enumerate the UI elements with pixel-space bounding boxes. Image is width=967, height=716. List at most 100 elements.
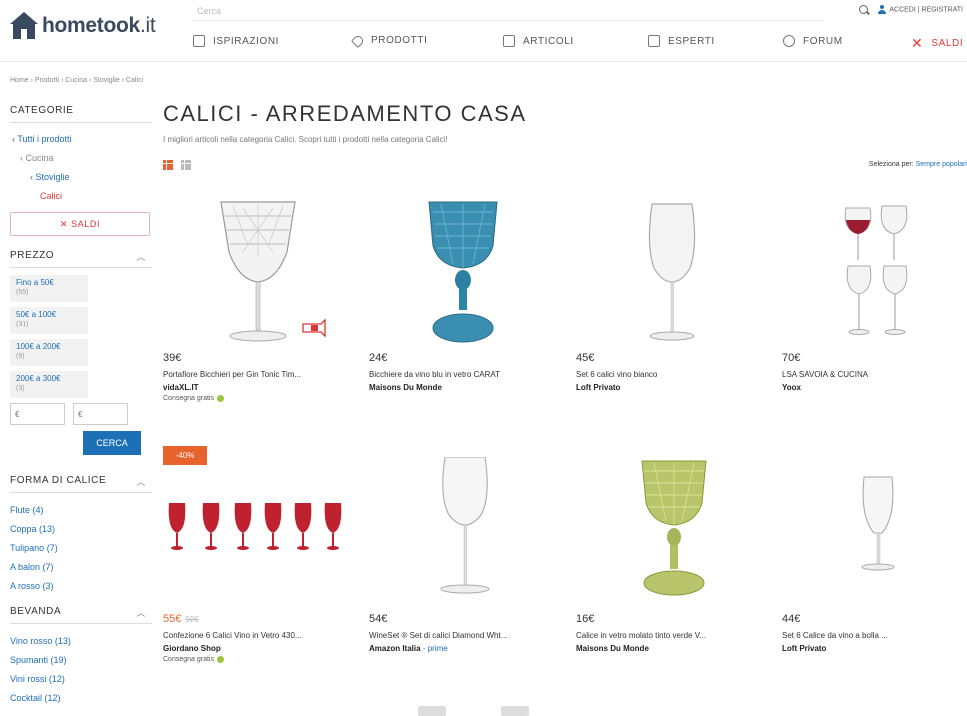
- drink-option[interactable]: Spumanti (19): [10, 651, 152, 670]
- price-max-input[interactable]: [73, 403, 128, 425]
- search-input[interactable]: Cerca: [193, 3, 823, 21]
- product-listing: CALICI - ARREDAMENTO CASA I migliori art…: [163, 101, 967, 170]
- shipping-info: Consegna gratis: [163, 656, 353, 663]
- shipping-badge-icon: [216, 656, 224, 663]
- product-seller[interactable]: Giordano Shop: [163, 644, 353, 653]
- nav-saldi[interactable]: ✕ SALDI: [911, 35, 963, 52]
- price-heading[interactable]: PREZZO ︿: [10, 250, 152, 268]
- breadcrumb[interactable]: Home › Prodotti › Cucina › Stoviglie › C…: [10, 77, 143, 84]
- hometook-logo[interactable]: hometook.it: [10, 12, 156, 40]
- product-seller[interactable]: Loft Privato: [782, 644, 967, 653]
- nav-prodotti[interactable]: PRODOTTI: [350, 33, 427, 48]
- product-price: 55€: [163, 613, 182, 625]
- shipping-info: Consegna gratis: [163, 395, 353, 402]
- product-price: 44€: [782, 613, 801, 625]
- nav-ispirazioni[interactable]: ISPIRAZIONI: [193, 35, 279, 47]
- category-all-products[interactable]: ‹ Tutti i prodotti: [10, 130, 152, 149]
- price-option[interactable]: 100€ a 200€ (9): [10, 339, 88, 366]
- product-name[interactable]: Calice in vetro molato tinto verde V...: [576, 631, 766, 640]
- product-seller[interactable]: Maisons Du Monde: [369, 383, 559, 392]
- shape-option[interactable]: Tulipano (7): [10, 539, 152, 558]
- header-actions: ACCEDI | REGISTRATI: [859, 5, 963, 14]
- house-logo-icon: [10, 12, 38, 40]
- drink-option[interactable]: Vini rossi (12): [10, 670, 152, 689]
- product-image[interactable]: [369, 196, 559, 352]
- product-image[interactable]: [163, 196, 353, 352]
- page-title: CALICI - ARREDAMENTO CASA: [163, 101, 527, 126]
- price-option[interactable]: 200€ a 300€ (3): [10, 371, 88, 398]
- pagination-prev[interactable]: [418, 706, 446, 716]
- cerca-button[interactable]: CERCA: [83, 431, 141, 455]
- drink-filter-list: Vino rosso (13) Spumanti (19) Vini rossi…: [10, 632, 152, 708]
- nav-articoli[interactable]: ARTICOLI: [503, 35, 574, 47]
- product-image[interactable]: [369, 456, 559, 613]
- nav-esperti[interactable]: ESPERTI: [648, 35, 715, 47]
- shape-option[interactable]: Coppa (13): [10, 520, 152, 539]
- product-name[interactable]: Bicchiere da vino blu in vetro CARAT: [369, 370, 559, 379]
- product-name[interactable]: Portafiore Bicchieri per Gin Tonic Tim..…: [163, 370, 353, 379]
- price-options: Fino a 50€ (55) 50€ a 100€ (31) 100€ a 200…: [10, 275, 152, 398]
- product-price: 54€: [369, 613, 388, 625]
- logo-text: hometook.it: [42, 14, 156, 37]
- expert-icon: [648, 35, 660, 47]
- product-card[interactable]: 54€ WineSet ® Set di calici Diamond Wht.…: [369, 456, 559, 653]
- sale-icon: ✕: [911, 35, 924, 51]
- product-card[interactable]: 44€ Set 6 Calice da vino a bolla ... Lof…: [782, 457, 967, 653]
- shape-filter-list: Flute (4) Coppa (13) Tulipano (7) A balo…: [10, 501, 152, 596]
- product-price: 39€: [163, 352, 182, 364]
- product-card[interactable]: 39€ Portafiore Bicchieri per Gin Tonic T…: [163, 196, 353, 402]
- sort-control[interactable]: Seleziona per: Sempre popolari: [869, 161, 967, 168]
- product-name[interactable]: Set 6 calici vino bianco: [576, 370, 766, 379]
- product-card[interactable]: 16€ Calice in vetro molato tinto verde V…: [576, 457, 766, 653]
- user-icon: [878, 5, 887, 14]
- product-name[interactable]: WineSet ® Set di calici Diamond Wht...: [369, 631, 559, 640]
- product-price: 45€: [576, 352, 595, 364]
- shape-option[interactable]: A rosso (3): [10, 577, 152, 596]
- chevron-up-icon: ︿: [136, 477, 146, 487]
- categories-heading: CATEGORIE: [10, 105, 152, 123]
- price-option[interactable]: Fino a 50€ (55): [10, 275, 88, 302]
- product-card[interactable]: 45€ Set 6 calici vino bianco Loft Privat…: [576, 196, 766, 392]
- inspiration-icon: [193, 35, 205, 47]
- saldi-filter-button[interactable]: ✕ SALDI: [10, 212, 150, 236]
- forum-icon: [783, 35, 795, 47]
- product-card[interactable]: 55€ 92€ Confezione 6 Calici Vino in Vetro…: [163, 457, 353, 663]
- drink-option[interactable]: Cocktail (12): [10, 689, 152, 708]
- product-image[interactable]: [163, 457, 353, 613]
- shape-heading[interactable]: FORMA DI CALICE ︿: [10, 475, 152, 493]
- page-subtitle: I migliori articoli nella categoria Cali…: [163, 135, 448, 144]
- product-price: 70€: [782, 352, 801, 364]
- product-image[interactable]: [782, 457, 967, 613]
- product-seller[interactable]: Yoox: [782, 383, 967, 392]
- category-list: ‹ Tutti i prodotti ‹ Cucina ‹ Stoviglie …: [10, 130, 152, 206]
- product-seller[interactable]: Loft Privato: [576, 383, 766, 392]
- product-card[interactable]: 70€ LSA SAVOIA & CUCINA Yoox: [782, 196, 967, 392]
- pagination-next[interactable]: [501, 706, 529, 716]
- account-link[interactable]: ACCEDI | REGISTRATI: [878, 5, 963, 14]
- search-icon[interactable]: [859, 5, 869, 14]
- price-min-input[interactable]: [10, 403, 65, 425]
- category-calici[interactable]: Calici: [10, 187, 152, 206]
- shape-option[interactable]: A balon (7): [10, 558, 152, 577]
- product-image[interactable]: [782, 196, 967, 352]
- product-seller[interactable]: vidaXL.IT: [163, 383, 353, 392]
- drink-heading[interactable]: BEVANDA ︿: [10, 606, 152, 624]
- grid-view-icon[interactable]: [163, 160, 173, 170]
- site-header: hometook.it Cerca ACCEDI | REGISTRATI IS…: [0, 0, 967, 62]
- category-cucina[interactable]: ‹ Cucina: [10, 149, 152, 168]
- tag-icon: [350, 33, 366, 48]
- product-seller[interactable]: Maisons Du Monde: [576, 644, 766, 653]
- list-view-icon[interactable]: [181, 160, 191, 170]
- product-name[interactable]: Confezione 6 Calici Vino in Vetro 430...: [163, 631, 353, 640]
- product-image[interactable]: [576, 457, 766, 613]
- product-card[interactable]: 24€ Bicchiere da vino blu in vetro CARAT…: [369, 196, 559, 392]
- shape-option[interactable]: Flute (4): [10, 501, 152, 520]
- product-name[interactable]: LSA SAVOIA & CUCINA: [782, 370, 967, 379]
- drink-option[interactable]: Vino rosso (13): [10, 632, 152, 651]
- price-option[interactable]: 50€ a 100€ (31): [10, 307, 88, 334]
- product-image[interactable]: [576, 196, 766, 352]
- product-seller[interactable]: Amazon Italia - prime: [369, 644, 559, 653]
- nav-forum[interactable]: FORUM: [783, 35, 843, 47]
- product-name[interactable]: Set 6 Calice da vino a bolla ...: [782, 631, 967, 640]
- category-stoviglie[interactable]: ‹ Stoviglie: [10, 168, 152, 187]
